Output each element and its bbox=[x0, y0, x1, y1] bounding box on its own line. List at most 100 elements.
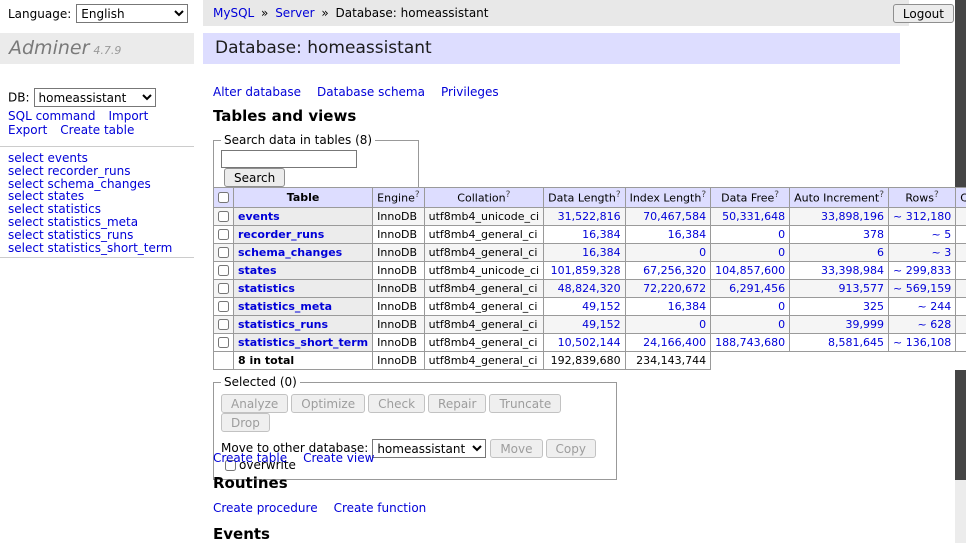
table-row: statistics_short_termInnoDButf8mb4_gener… bbox=[214, 333, 966, 351]
help-link[interactable]: ? bbox=[774, 190, 779, 200]
table-name-link[interactable]: statistics_meta bbox=[238, 300, 332, 313]
routine-link[interactable]: Create function bbox=[334, 501, 427, 515]
create-link[interactable]: Create table bbox=[213, 451, 287, 465]
column-header-table: Table bbox=[234, 188, 373, 208]
row-checkbox[interactable] bbox=[218, 319, 229, 330]
help-link[interactable]: ? bbox=[616, 190, 621, 200]
sidebar-link-row: SQL command Import bbox=[8, 109, 161, 123]
rows-count-link[interactable]: ~ 136,108 bbox=[893, 336, 951, 349]
create-link[interactable]: Create view bbox=[303, 451, 374, 465]
rows-count-link[interactable]: ~ 5 bbox=[931, 228, 951, 241]
search-fieldset: Search data in tables (8) Search bbox=[213, 133, 419, 195]
table-row: statistics_runsInnoDButf8mb4_general_ci4… bbox=[214, 315, 966, 333]
sidebar-divider bbox=[0, 257, 194, 258]
breadcrumb-link[interactable]: MySQL bbox=[213, 6, 254, 20]
row-check-cell bbox=[214, 243, 234, 261]
table-name-link[interactable]: recorder_runs bbox=[238, 228, 324, 241]
collation-cell: utf8mb4_general_ci bbox=[424, 279, 543, 297]
sidebar-link[interactable]: Export bbox=[8, 123, 47, 137]
table-name-link[interactable]: schema_changes bbox=[238, 246, 342, 259]
row-checkbox[interactable] bbox=[218, 211, 229, 222]
auto-increment-cell: 325 bbox=[790, 297, 889, 315]
row-checkbox[interactable] bbox=[218, 337, 229, 348]
language-select[interactable]: English bbox=[76, 4, 188, 23]
sidebar-link[interactable]: Create table bbox=[60, 123, 134, 137]
rows-count-link[interactable]: ~ 3 bbox=[931, 246, 951, 259]
rows-count-link[interactable]: ~ 299,833 bbox=[893, 264, 951, 277]
comment-cell bbox=[956, 207, 966, 225]
sidebar-link[interactable]: Import bbox=[108, 109, 148, 123]
app-name: Adminer bbox=[9, 37, 89, 59]
data-length-cell: 16,384 bbox=[544, 225, 625, 243]
help-link[interactable]: ? bbox=[701, 190, 706, 200]
auto-increment-cell: 33,898,196 bbox=[790, 207, 889, 225]
sidebar-table-link[interactable]: select statistics_runs bbox=[8, 229, 172, 242]
db-action-link[interactable]: Alter database bbox=[213, 85, 301, 99]
row-check-cell bbox=[214, 261, 234, 279]
row-checkbox[interactable] bbox=[218, 247, 229, 258]
auto-increment-cell: 8,581,645 bbox=[790, 333, 889, 351]
sidebar-table-link[interactable]: select statistics_short_term bbox=[8, 242, 172, 255]
bulk-action-button: Check bbox=[368, 394, 425, 413]
logout-button[interactable]: Logout bbox=[893, 4, 954, 23]
row-checkbox[interactable] bbox=[218, 229, 229, 240]
index-length-cell: 70,467,584 bbox=[625, 207, 711, 225]
rows-count-link[interactable]: ~ 628 bbox=[917, 318, 951, 331]
table-row: recorder_runsInnoDButf8mb4_general_ci16,… bbox=[214, 225, 966, 243]
total-data-length-cell: 192,839,680 bbox=[544, 351, 625, 369]
data-free-cell: 6,291,456 bbox=[711, 279, 790, 297]
rows-count-link[interactable]: ~ 312,180 bbox=[893, 210, 951, 223]
table-name-link[interactable]: statistics_short_term bbox=[238, 336, 368, 349]
data-free-cell: 0 bbox=[711, 243, 790, 261]
row-checkbox[interactable] bbox=[218, 265, 229, 276]
sidebar-table-link[interactable]: select recorder_runs bbox=[8, 165, 172, 178]
row-checkbox[interactable] bbox=[218, 301, 229, 312]
auto-increment-cell: 913,577 bbox=[790, 279, 889, 297]
sidebar-table-link[interactable]: select statistics_meta bbox=[8, 216, 172, 229]
index-length-cell: 72,220,672 bbox=[625, 279, 711, 297]
routine-link[interactable]: Create procedure bbox=[213, 501, 318, 515]
help-link[interactable]: ? bbox=[506, 190, 511, 200]
table-name-link[interactable]: states bbox=[238, 264, 277, 277]
rows-cell: ~ 3 bbox=[889, 243, 956, 261]
column-header-engine: Engine? bbox=[373, 188, 424, 208]
rows-count-link[interactable]: ~ 244 bbox=[917, 300, 951, 313]
table-name-link[interactable]: events bbox=[238, 210, 280, 223]
index-length-cell: 0 bbox=[625, 315, 711, 333]
events-heading: Events bbox=[213, 525, 270, 543]
search-input[interactable] bbox=[221, 150, 357, 168]
sidebar-link[interactable]: SQL command bbox=[8, 109, 95, 123]
help-link[interactable]: ? bbox=[415, 190, 420, 200]
bulk-action-button: Repair bbox=[428, 394, 486, 413]
search-button[interactable]: Search bbox=[224, 168, 285, 187]
table-name-link[interactable]: statistics bbox=[238, 282, 295, 295]
row-check-cell bbox=[214, 315, 234, 333]
row-check-cell bbox=[214, 297, 234, 315]
total-collation-cell: utf8mb4_general_ci bbox=[424, 351, 543, 369]
table-row: statisticsInnoDButf8mb4_general_ci48,824… bbox=[214, 279, 966, 297]
total-check-cell bbox=[214, 351, 234, 369]
engine-cell: InnoDB bbox=[373, 261, 424, 279]
db-select[interactable]: homeassistant bbox=[34, 88, 156, 107]
sidebar-table-link[interactable]: select events bbox=[8, 152, 172, 165]
data-length-cell: 31,522,816 bbox=[544, 207, 625, 225]
help-link[interactable]: ? bbox=[879, 190, 884, 200]
collation-cell: utf8mb4_general_ci bbox=[424, 315, 543, 333]
breadcrumb-link[interactable]: Server bbox=[275, 6, 314, 20]
rows-cell: ~ 299,833 bbox=[889, 261, 956, 279]
db-action-link[interactable]: Database schema bbox=[317, 85, 425, 99]
select-all-checkbox[interactable] bbox=[218, 192, 229, 203]
table-name-cell: statistics_short_term bbox=[234, 333, 373, 351]
auto-increment-cell: 378 bbox=[790, 225, 889, 243]
bulk-action-button: Optimize bbox=[291, 394, 365, 413]
select-all-cell bbox=[214, 188, 234, 208]
row-checkbox[interactable] bbox=[218, 283, 229, 294]
table-name-link[interactable]: statistics_runs bbox=[238, 318, 328, 331]
comment-cell bbox=[956, 261, 966, 279]
rows-count-link[interactable]: ~ 569,159 bbox=[893, 282, 951, 295]
table-header-row: TableEngine?Collation?Data Length?Index … bbox=[214, 188, 966, 208]
help-link[interactable]: ? bbox=[934, 190, 939, 200]
collation-cell: utf8mb4_unicode_ci bbox=[424, 261, 543, 279]
routines-links: Create procedure Create function bbox=[213, 501, 442, 515]
db-action-link[interactable]: Privileges bbox=[441, 85, 499, 99]
